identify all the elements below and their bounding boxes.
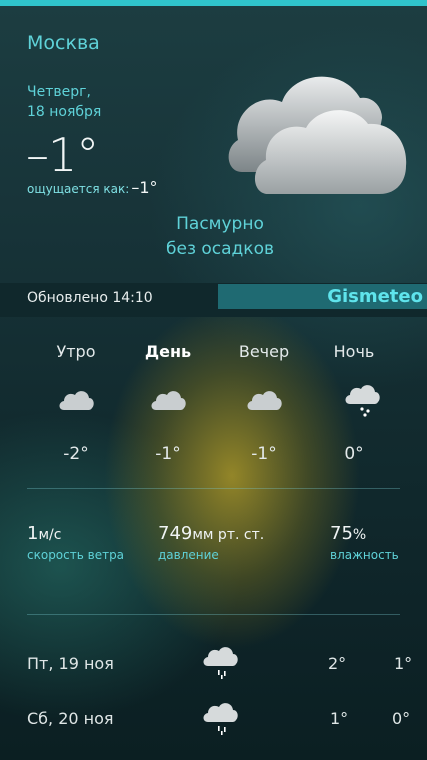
cloud-icon [56,386,96,416]
daypart-evening-temp: -1° [251,444,277,464]
wind-speed-label: скорость ветра [27,548,125,562]
daypart-morning-label: Утро [56,342,96,361]
pressure-number: 749 [158,523,193,544]
forecast-date[interactable]: Сб, 20 ноя [27,709,114,728]
wind-speed-value: 1м/с [27,523,61,544]
provider-logo[interactable]: Gismeteo [218,286,423,307]
date-label: 18 ноября [27,104,102,120]
wind-number: 1 [27,523,39,544]
cloud-snow-icon [342,382,382,417]
daypart-evening-label: Вечер [238,342,290,361]
daypart-night-label: Ночь [333,342,375,361]
forecast-night-temp: 0° [392,709,411,728]
condition-line-1: Пасмурно [176,214,264,234]
updated-time: Обновлено 14:10 [27,290,153,306]
humidity-label: влажность [330,548,399,562]
forecast-night-temp: 1° [394,654,413,673]
feels-like: ощущается как: –1° [27,178,158,197]
cloud-snow-icon [200,700,240,736]
cloud-icon [148,386,188,416]
cloud-icon [244,386,284,416]
daypart-day-temp: -1° [155,444,181,464]
weather-condition: Пасмурно без осадков [130,212,310,262]
pressure-value: 749мм рт. ст. [158,523,264,544]
forecast-day-temp: 1° [330,709,349,728]
daypart-night-temp: 0° [344,444,364,464]
feels-like-label: ощущается как: [27,182,130,196]
cloud-icon [222,52,412,202]
divider [27,614,400,615]
feels-like-value: –1° [131,178,158,197]
forecast-day-temp: 2° [328,654,347,673]
daypart-day-label: День [144,342,192,361]
divider [27,488,400,489]
city-name[interactable]: Москва [27,32,100,54]
cloud-snow-icon [200,644,240,680]
condition-line-2: без осадков [166,239,274,259]
daypart-morning-temp: -2° [63,444,89,464]
weekday-label: Четверг, [27,84,91,100]
forecast-date[interactable]: Пт, 19 ноя [27,654,114,673]
humidity-number: 75 [330,523,353,544]
pressure-unit: мм рт. ст. [192,527,265,543]
wind-unit: м/с [38,527,62,543]
pressure-label: давление [158,548,219,562]
humidity-unit: % [352,527,367,543]
current-date: Четверг, 18 ноября [27,82,101,122]
current-temperature: –1° [26,128,99,182]
humidity-value: 75% [330,523,366,544]
